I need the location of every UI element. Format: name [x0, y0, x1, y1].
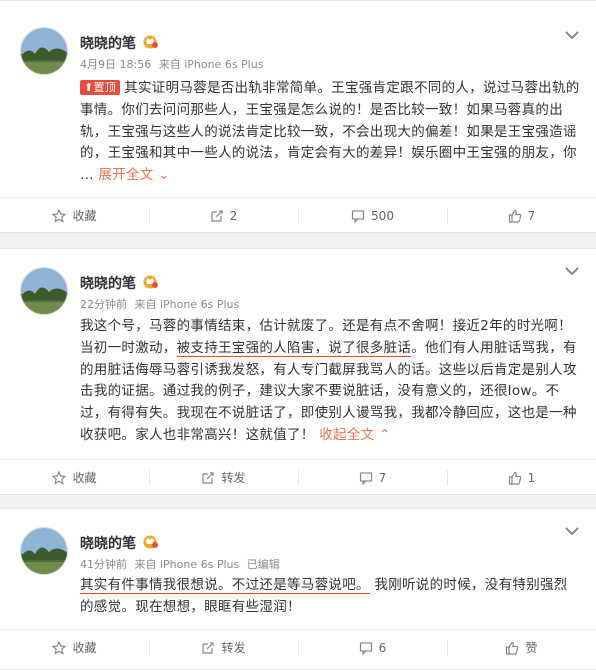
post-source: 来自 iPhone 6s Plus — [134, 298, 240, 311]
pinned-label: 置顶 — [93, 81, 117, 94]
avatar[interactable] — [20, 527, 68, 575]
star-icon — [52, 208, 67, 223]
like-button[interactable]: 1 — [447, 460, 596, 495]
thumbs-up-icon — [508, 209, 521, 223]
favorite-label: 收藏 — [72, 209, 97, 223]
thumbs-up-icon — [506, 641, 519, 655]
comment-count: 500 — [371, 208, 394, 223]
chevron-up-icon: ⌃ — [379, 426, 391, 443]
expand-full-text-link[interactable]: 展开全文 ⌄ — [98, 167, 169, 183]
repost-count: 2 — [229, 208, 238, 223]
chevron-down-icon[interactable] — [564, 525, 580, 537]
avatar[interactable] — [20, 27, 68, 75]
post-action-bar: 收藏 转发 6 赞 — [0, 629, 596, 665]
post-meta: 4月9日 18:56 来自 iPhone 6s Plus — [80, 56, 267, 72]
post-text: ⬆置顶 其实证明马蓉是否出轨非常简单。王宝强肯定跟不同的人，说过马蓉出轨的事情。你… — [80, 78, 580, 187]
repost-icon — [202, 641, 215, 654]
vip-badge-icon[interactable] — [142, 535, 158, 549]
chevron-down-icon: ⌄ — [158, 167, 170, 184]
favorite-label: 收藏 — [72, 641, 97, 655]
repost-icon — [211, 209, 223, 222]
post-meta: 22分钟前 来自 iPhone 6s Plus — [80, 296, 243, 312]
star-icon — [52, 470, 67, 485]
pinned-badge: ⬆置顶 — [80, 80, 121, 95]
underlined-text: 被支持王宝强的人陷害，说了很多脏话 — [176, 339, 412, 357]
post-text: 其实有件事情我很想说。不过还是等马蓉说吧。 我刚听说的时候，没有特别强烈的感觉。… — [80, 575, 580, 619]
post-time[interactable]: 41分钟前 — [80, 558, 127, 571]
underlined-text: 其实有件事情我很想说。不过还是等马蓉说吧。 — [80, 577, 370, 594]
repost-label: 转发 — [221, 641, 246, 655]
author-name[interactable]: 晓晓的笔 — [80, 33, 136, 53]
pin-icon: ⬆ — [84, 81, 94, 94]
edited-label: 已编辑 — [246, 558, 280, 571]
comment-icon — [351, 209, 365, 223]
post-meta: 41分钟前 来自 iPhone 6s Plus 已编辑 — [80, 556, 284, 572]
comment-icon — [359, 641, 372, 655]
vip-badge-icon[interactable] — [142, 35, 158, 49]
post-source: 来自 iPhone 6s Plus — [134, 558, 240, 571]
favorite-button[interactable]: 收藏 — [0, 198, 149, 233]
post-time[interactable]: 4月9日 18:56 — [80, 58, 151, 71]
post-card: 晓晓的笔 4月9日 18:56 来自 iPhone 6s Plus ⬆置顶 其实证… — [0, 0, 596, 233]
comment-button[interactable]: 6 — [298, 630, 447, 665]
comment-button[interactable]: 500 — [298, 198, 447, 233]
chevron-down-icon[interactable] — [564, 265, 580, 277]
like-count: 1 — [527, 470, 536, 485]
like-count: 7 — [527, 208, 536, 223]
favorite-button[interactable]: 收藏 — [0, 630, 149, 665]
collapse-full-text-link[interactable]: 收起全文 ⌃ — [319, 427, 390, 443]
thumbs-up-icon — [508, 471, 521, 485]
expand-label: 展开全文 — [98, 167, 154, 184]
vip-badge-icon[interactable] — [142, 275, 158, 289]
comment-count: 6 — [378, 640, 387, 655]
collapse-label: 收起全文 — [319, 426, 375, 443]
avatar[interactable] — [20, 267, 68, 315]
post-source: 来自 iPhone 6s Plus — [158, 58, 264, 71]
like-label: 赞 — [525, 641, 538, 655]
repost-button[interactable]: 转发 — [149, 460, 298, 495]
comment-count: 7 — [378, 470, 387, 485]
post-card: 晓晓的笔 41分钟前 来自 iPhone 6s Plus 已编辑 其实有件事情我… — [0, 508, 596, 670]
chevron-down-icon[interactable] — [564, 29, 580, 41]
favorite-button[interactable]: 收藏 — [0, 460, 149, 495]
repost-button[interactable]: 2 — [149, 198, 298, 233]
post-card: 晓晓的笔 22分钟前 来自 iPhone 6s Plus 我这个号，马蓉的事情结… — [0, 248, 596, 495]
post-text: 我这个号，马蓉的事情结束，估计就废了。还是有点不舍啊！接近2年的时光啊！当初一时… — [80, 316, 580, 447]
star-icon — [52, 640, 67, 655]
like-button[interactable]: 赞 — [447, 630, 596, 665]
comment-button[interactable]: 7 — [298, 460, 447, 495]
post-action-bar: 收藏 转发 7 1 — [0, 459, 596, 495]
author-name[interactable]: 晓晓的笔 — [80, 273, 136, 293]
repost-button[interactable]: 转发 — [149, 630, 298, 665]
like-button[interactable]: 7 — [447, 198, 596, 233]
author-name[interactable]: 晓晓的笔 — [80, 533, 136, 553]
favorite-label: 收藏 — [72, 471, 97, 485]
post-action-bar: 收藏 2 500 7 — [0, 197, 596, 233]
repost-icon — [202, 471, 215, 484]
post-time[interactable]: 22分钟前 — [80, 298, 127, 311]
repost-label: 转发 — [221, 471, 246, 485]
comment-icon — [359, 471, 372, 485]
